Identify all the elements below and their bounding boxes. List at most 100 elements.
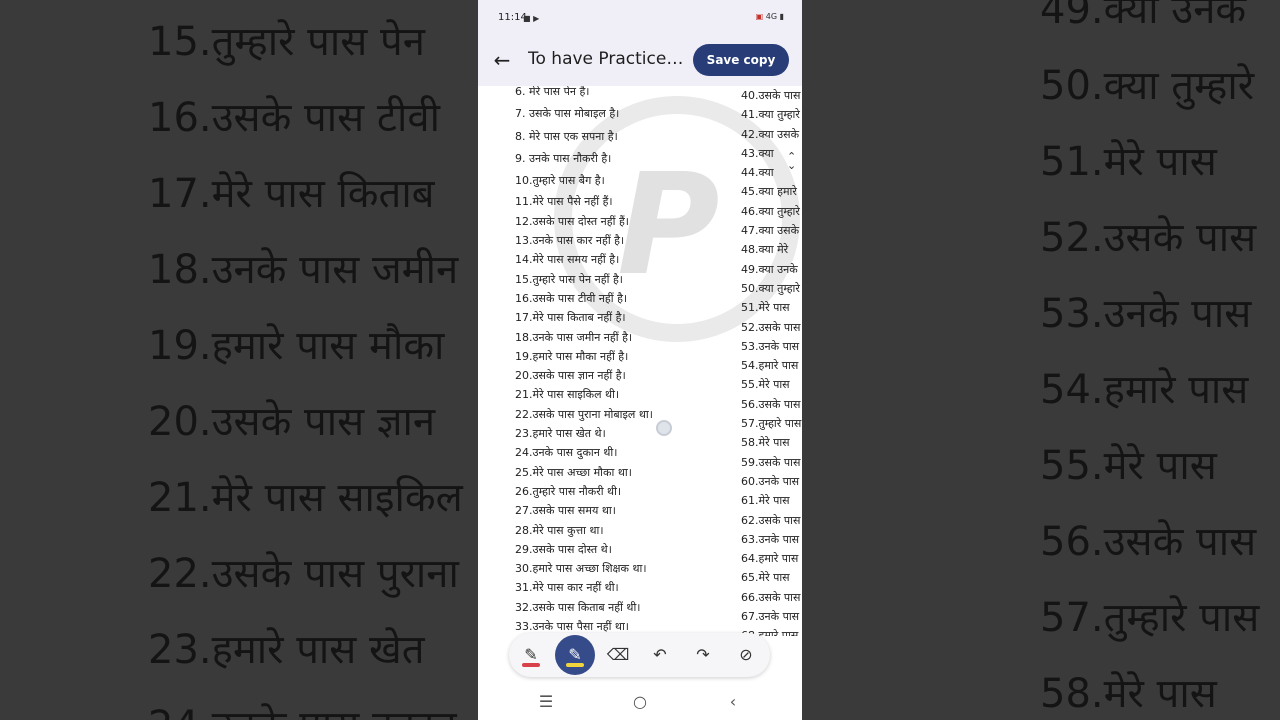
background-line: 22.उसके पास पुराना	[148, 551, 459, 597]
app-bar: ← To have Practice_... Save copy	[478, 38, 802, 86]
document-line: 46.क्या तुम्हारे	[741, 204, 800, 218]
document-line: 22.उसके पास पुराना मोबाइल था।	[515, 407, 653, 421]
document-line: 27.उसके पास समय था।	[515, 504, 616, 518]
background-line: 16.उसके पास टीवी	[148, 95, 440, 141]
background-line: 18.उनके पास जमीन	[148, 247, 459, 293]
document-line: 21.मेरे पास साइकिल थी।	[515, 388, 620, 402]
eraser-icon[interactable]: ⌫	[598, 635, 638, 675]
document-line: 52.उसके पास	[741, 320, 801, 334]
document-line: 18.उनके पास जमीन नहीं है।	[515, 330, 633, 344]
document-line: 23.हमारे पास खेत थे।	[515, 427, 606, 441]
document-line: 15.तुम्हारे पास पेन नहीं है।	[515, 272, 623, 286]
document-line: 58.मेरे पास	[741, 436, 790, 450]
document-line: 30.हमारे पास अच्छा शिक्षक था।	[515, 562, 647, 576]
highlighter-color-bar	[566, 663, 584, 667]
background-line: 17.मेरे पास किताब	[148, 171, 435, 217]
signal-battery-icons: 4G ▮	[765, 12, 784, 21]
document-line: 31.मेरे पास कार नहीं थी।	[515, 581, 619, 595]
document-view[interactable]: P 6. मेरे पास पेन है। 7. उसके पास मोबाइल …	[478, 86, 802, 636]
back-icon[interactable]: ‹	[721, 690, 745, 714]
document-line: 40.उसके पास	[741, 89, 801, 102]
document-line: 63.उनके पास	[741, 532, 800, 546]
document-title: To have Practice_...	[528, 49, 688, 69]
document-line: 41.क्या तुम्हारे	[741, 108, 800, 122]
background-line: 24.उनके पास दुकान	[148, 696, 457, 720]
document-line: 51.मेरे पास	[741, 301, 790, 315]
document-line: 14.मेरे पास समय नहीं है।	[515, 253, 620, 267]
document-line: 49.क्या उनके	[741, 262, 798, 276]
background-line: 52.उसके पास	[1040, 215, 1257, 261]
document-line: 60.उनके पास	[741, 474, 800, 488]
page-scroll-handle[interactable]: ⌃ ⌄	[787, 151, 796, 171]
background-line: 20.उसके पास ज्ञान	[148, 399, 436, 445]
document-line: 48.क्या मेरे	[741, 243, 789, 257]
highlighter-icon[interactable]: ✎	[555, 635, 595, 675]
background-line: 50.क्या तुम्हारे	[1040, 63, 1255, 109]
pen-color-bar	[522, 663, 540, 667]
annotation-toolbar: ✎ ✎ ⌫ ↶ ↷ ⊘	[509, 633, 770, 677]
hide-annotations-icon[interactable]: ⊘	[726, 635, 766, 675]
document-line: 26.तुम्हारे पास नौकरी थी।	[515, 484, 622, 498]
document-line: 8. मेरे पास एक सपना है।	[515, 129, 618, 143]
document-line: 9. उनके पास नौकरी है।	[515, 151, 612, 165]
background-line: 49.क्या उनके	[1040, 0, 1247, 33]
document-line: 16.उसके पास टीवी नहीं है।	[515, 291, 628, 305]
document-line: 7. उसके पास मोबाइल है।	[515, 107, 620, 121]
document-line: 61.मेरे पास	[741, 494, 790, 508]
background-line: 51.मेरे पास	[1040, 139, 1217, 185]
home-icon[interactable]: ○	[628, 690, 652, 714]
document-line: 66.उसके पास	[741, 590, 801, 604]
document-line: 56.उसके पास	[741, 397, 801, 411]
phone-screen: 11:14 ■ ▶ ▣ 4G ▮ ← To have Practice_... …	[478, 0, 802, 720]
touch-indicator	[656, 420, 672, 436]
document-line: 19.हमारे पास मौका नहीं है।	[515, 349, 629, 363]
document-line: 6. मेरे पास पेन है।	[515, 86, 590, 98]
document-line: 42.क्या उसके	[741, 127, 800, 141]
status-left-icons: ■ ▶	[523, 14, 540, 23]
background-line: 23.हमारे पास खेत	[148, 627, 425, 673]
background-line: 19.हमारे पास मौका	[148, 323, 445, 369]
background-line: 58.मेरे पास	[1040, 671, 1217, 717]
undo-icon[interactable]: ↶	[640, 635, 680, 675]
pen-icon[interactable]: ✎	[511, 635, 551, 675]
document-line: 65.मेरे पास	[741, 571, 790, 585]
save-copy-button[interactable]: Save copy	[693, 44, 789, 76]
document-line: 20.उसके पास ज्ञान नहीं है।	[515, 369, 626, 383]
document-line: 64.हमारे पास	[741, 552, 799, 566]
document-line: 54.हमारे पास	[741, 359, 799, 373]
status-right-icons: ▣ 4G ▮	[756, 12, 784, 21]
recents-icon[interactable]: ☰	[534, 690, 558, 714]
document-line: 53.उनके पास	[741, 339, 800, 353]
document-line: 10.तुम्हारे पास बैग है।	[515, 174, 605, 188]
document-line: 13.उनके पास कार नहीं है।	[515, 234, 625, 248]
document-line: 29.उसके पास दोस्त थे।	[515, 542, 612, 556]
background-line: 55.मेरे पास	[1040, 443, 1217, 489]
background-line: 57.तुम्हारे पास	[1040, 595, 1260, 641]
document-line: 45.क्या हमारे	[741, 185, 797, 199]
document-line: 17.मेरे पास किताब नहीं है।	[515, 311, 626, 325]
document-line: 47.क्या उसके	[741, 224, 800, 238]
document-line: 67.उनके पास	[741, 610, 800, 624]
redo-icon[interactable]: ↷	[683, 635, 723, 675]
document-line: 24.उनके पास दुकान थी।	[515, 446, 618, 460]
document-line: 25.मेरे पास अच्छा मौका था।	[515, 465, 632, 479]
background-line: 54.हमारे पास	[1040, 367, 1249, 413]
document-line: 11.मेरे पास पैसे नहीं हैं।	[515, 195, 613, 209]
document-line: 59.उसके पास	[741, 455, 801, 469]
document-column-1: 6. मेरे पास पेन है। 7. उसके पास मोबाइल है…	[515, 86, 653, 636]
background-left: 15.तुम्हारे पास पेन 16.उसके पास टीवी 17.मे…	[0, 0, 478, 720]
background-right: 49.क्या उनके 50.क्या तुम्हारे 51.मेरे पास 5…	[802, 0, 1280, 720]
document-line: 12.उसके पास दोस्त नहीं हैं।	[515, 214, 629, 228]
status-bar: 11:14 ■ ▶ ▣ 4G ▮	[478, 0, 802, 38]
document-line: 50.क्या तुम्हारे	[741, 281, 800, 295]
cast-icon: ▣	[755, 12, 764, 21]
background-line: 21.मेरे पास साइकिल	[148, 475, 463, 521]
document-line: 62.उसके पास	[741, 513, 801, 527]
background-line: 56.उसके पास	[1040, 519, 1257, 565]
document-line: 32.उसके पास किताब नहीं थी।	[515, 600, 641, 614]
arrow-back-icon[interactable]: ←	[490, 48, 514, 72]
background-line: 15.तुम्हारे पास पेन	[148, 19, 425, 65]
background-line: 53.उनके पास	[1040, 291, 1252, 337]
system-nav-bar: ☰ ○ ‹	[478, 682, 802, 720]
document-line: 28.मेरे पास कुत्ता था।	[515, 523, 604, 537]
